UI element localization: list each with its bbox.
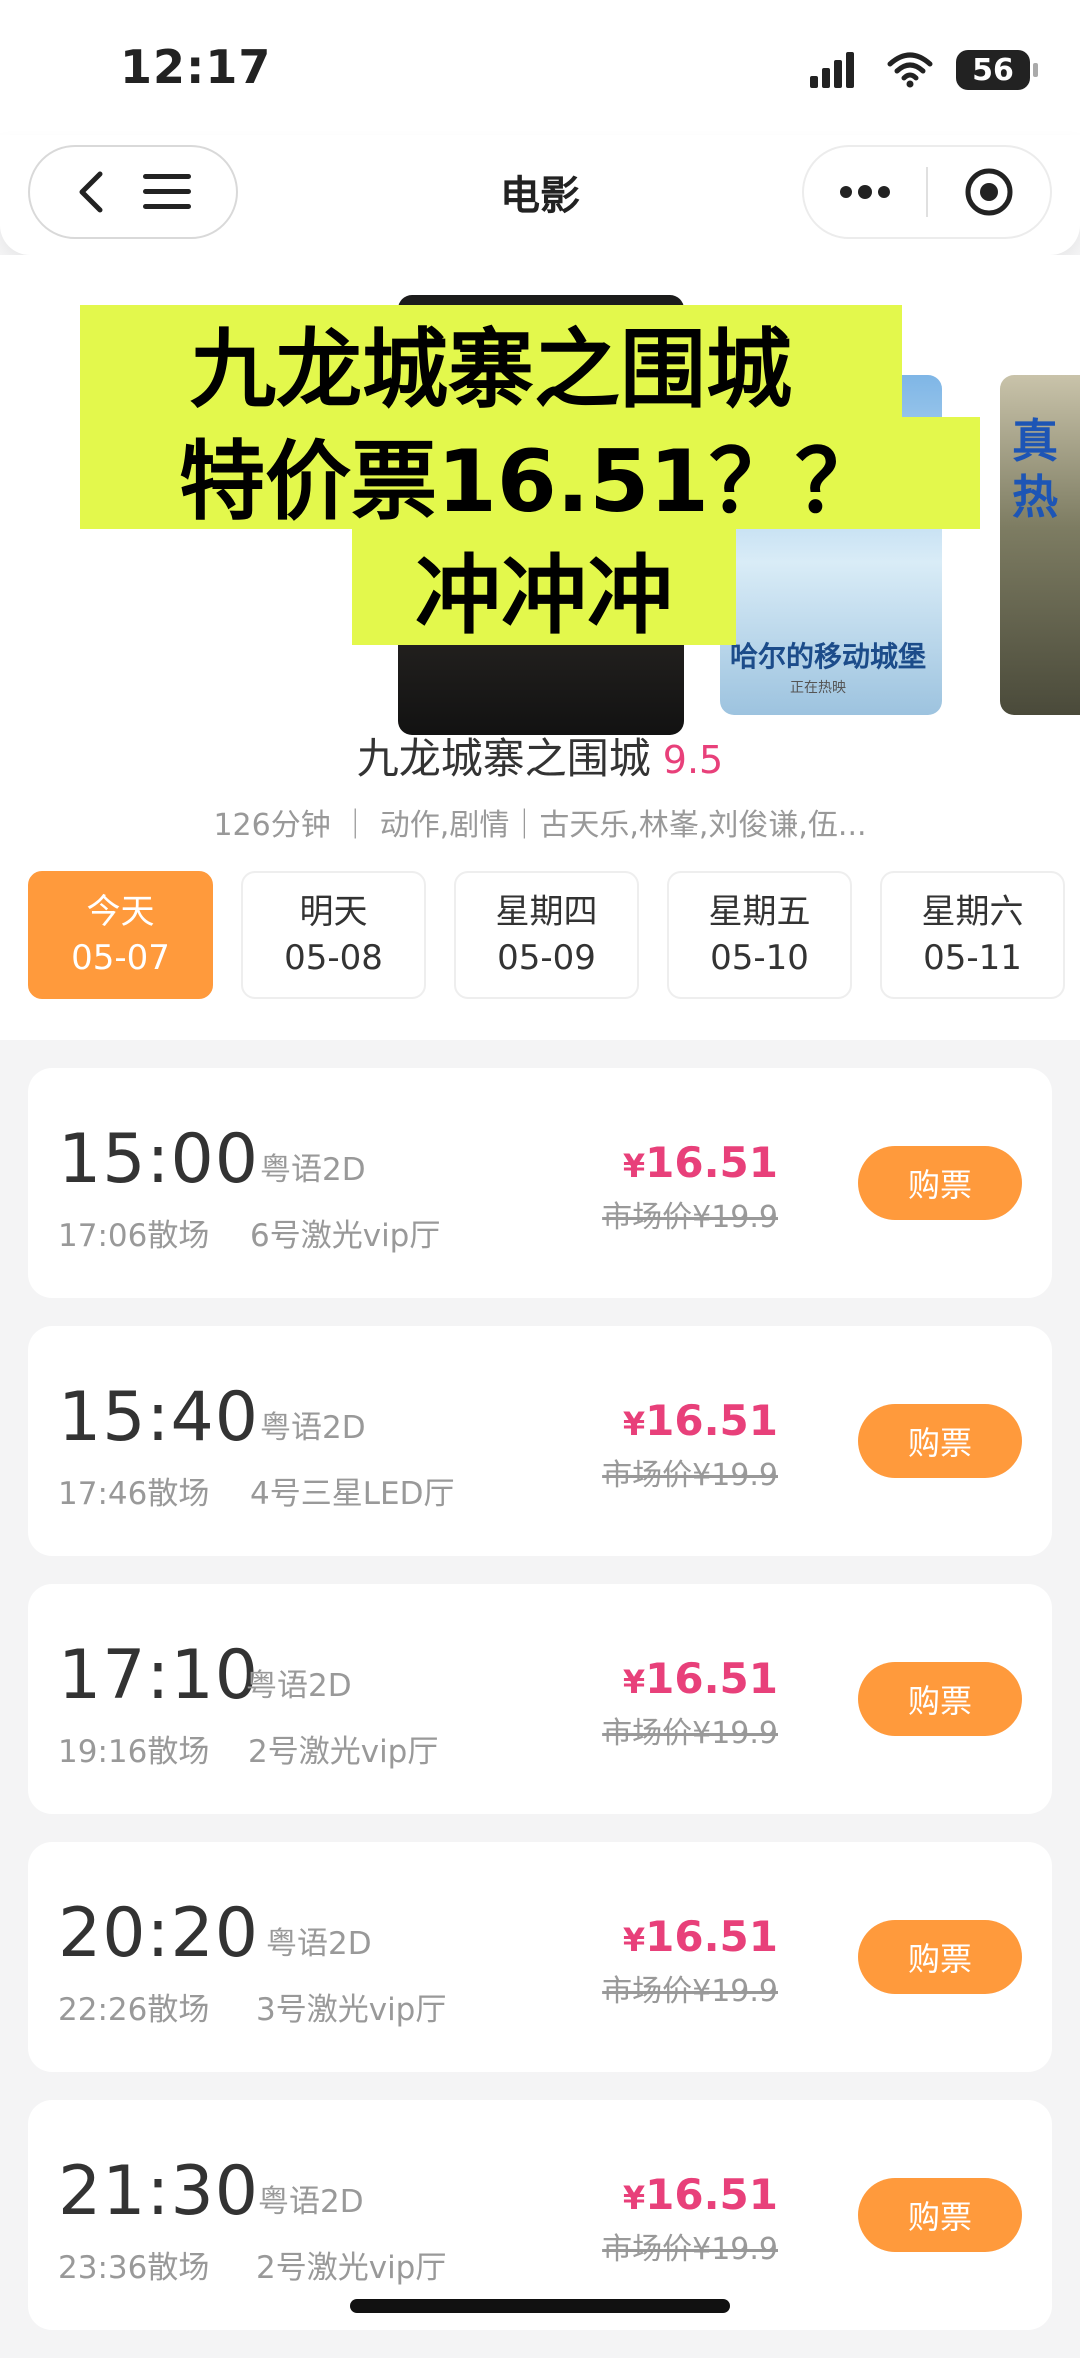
date-tab-4[interactable]: 星期六 05-11 xyxy=(880,871,1065,999)
date-tab-date: 05-09 xyxy=(497,938,596,978)
currency-symbol: ¥ xyxy=(622,1147,646,1185)
showtime-language: 粤语2D xyxy=(260,1410,366,1446)
price-value: 16.51 xyxy=(645,1396,778,1445)
showtime-card[interactable]: 15:00 粤语2D 17:06散场 6号激光vip厅 ¥16.51 市场价¥1… xyxy=(28,1068,1052,1298)
price-value: 16.51 xyxy=(645,2170,778,2219)
buy-ticket-button[interactable]: 购票 xyxy=(858,1920,1022,1994)
date-tab-date: 05-08 xyxy=(284,938,383,978)
nav-right-capsule xyxy=(802,145,1052,239)
close-button[interactable] xyxy=(928,147,1050,237)
showtime-list: 15:00 粤语2D 17:06散场 6号激光vip厅 ¥16.51 市场价¥1… xyxy=(28,1068,1052,2358)
overlay-line-2: 特价票16.51？？ xyxy=(80,417,980,532)
target-icon xyxy=(965,168,1013,216)
showtime-end: 19:16散场 xyxy=(58,1734,210,1770)
showtime-end: 22:26散场 xyxy=(58,1992,210,2028)
buy-ticket-button[interactable]: 购票 xyxy=(858,1404,1022,1478)
showtime-hall: 2号激光vip厅 xyxy=(256,2250,447,2286)
date-tab-1[interactable]: 明天 05-08 xyxy=(241,871,426,999)
battery-icon: 56 xyxy=(956,50,1038,90)
market-price: 市场价¥19.9 xyxy=(602,1974,778,2009)
date-tab-day: 星期四 xyxy=(495,892,598,932)
showtime-card[interactable]: 21:30 粤语2D 23:36散场 2号激光vip厅 ¥16.51 市场价¥1… xyxy=(28,2100,1052,2330)
currency-symbol: ¥ xyxy=(622,1405,646,1443)
more-button[interactable] xyxy=(804,147,926,237)
poster-second-sub: 正在热映 xyxy=(790,680,846,696)
showtime-price: ¥16.51 xyxy=(623,2170,778,2219)
buy-ticket-button[interactable]: 购票 xyxy=(858,1146,1022,1220)
poster-third[interactable]: 真 热 xyxy=(1000,375,1080,715)
showtime-end: 17:46散场 xyxy=(58,1476,210,1512)
overlay-line-1: 九龙城寨之围城 xyxy=(80,305,902,420)
poster-second-title: 哈尔的移动城堡 xyxy=(730,640,927,673)
buy-ticket-button[interactable]: 购票 xyxy=(858,1662,1022,1736)
wifi-icon xyxy=(887,52,933,88)
nav-bar: 电影 xyxy=(0,135,1080,255)
signal-icon xyxy=(810,52,854,88)
showtime-hall: 4号三星LED厅 xyxy=(250,1476,455,1512)
showtime-card[interactable]: 15:40 粤语2D 17:46散场 4号三星LED厅 ¥16.51 市场价¥1… xyxy=(28,1326,1052,1556)
movie-meta: 126分钟 ｜ 动作,剧情｜古天乐,林峯,刘俊谦,伍... xyxy=(213,808,867,843)
showtime-end: 23:36散场 xyxy=(58,2250,210,2286)
more-icon xyxy=(840,185,890,199)
showtime-start: 21:30 xyxy=(58,2152,259,2231)
showtime-card[interactable]: 17:10 粤语2D 19:16散场 2号激光vip厅 ¥16.51 市场价¥1… xyxy=(28,1584,1052,1814)
showtime-end: 17:06散场 xyxy=(58,1218,210,1254)
showtime-price: ¥16.51 xyxy=(623,1654,778,1703)
date-tab-date: 05-07 xyxy=(71,938,170,978)
date-tab-day: 今天 xyxy=(86,892,155,932)
showtime-language: 粤语2D xyxy=(246,1668,352,1704)
status-icons: 56 xyxy=(810,50,1038,90)
battery-level: 56 xyxy=(972,52,1014,88)
date-tabs: 今天 05-07 明天 05-08 星期四 05-09 星期五 05-10 星期… xyxy=(28,871,1065,999)
price-value: 16.51 xyxy=(645,1912,778,1961)
home-indicator[interactable] xyxy=(350,2299,730,2313)
showtime-price: ¥16.51 xyxy=(623,1912,778,1961)
showtime-start: 17:10 xyxy=(58,1636,259,1715)
date-tab-day: 星期五 xyxy=(708,892,811,932)
showtime-start: 15:00 xyxy=(58,1120,259,1199)
date-tab-date: 05-10 xyxy=(710,938,809,978)
showtime-start: 20:20 xyxy=(58,1894,259,1973)
market-price: 市场价¥19.9 xyxy=(602,1200,778,1235)
showtime-start: 15:40 xyxy=(58,1378,259,1457)
date-tab-day: 明天 xyxy=(299,892,368,932)
showtime-language: 粤语2D xyxy=(266,1926,372,1962)
status-time: 12:17 xyxy=(120,40,272,94)
showtime-price: ¥16.51 xyxy=(623,1396,778,1445)
showtime-price: ¥16.51 xyxy=(623,1138,778,1187)
currency-symbol: ¥ xyxy=(622,2179,646,2217)
movie-score: 9.5 xyxy=(662,738,724,782)
date-tab-2[interactable]: 星期四 05-09 xyxy=(454,871,639,999)
price-value: 16.51 xyxy=(645,1138,778,1187)
movie-hero: 哈尔的移动城堡 正在热映 真 热 九龙城寨之围城 特价票16.51？？ 冲冲冲 … xyxy=(0,255,1080,1040)
poster-third-title: 真 热 xyxy=(1012,414,1058,524)
showtime-card[interactable]: 20:20 粤语2D 22:26散场 3号激光vip厅 ¥16.51 市场价¥1… xyxy=(28,1842,1052,2072)
status-bar: 12:17 56 xyxy=(0,0,1080,135)
buy-ticket-button[interactable]: 购票 xyxy=(858,2178,1022,2252)
showtime-hall: 3号激光vip厅 xyxy=(256,1992,447,2028)
date-tab-0[interactable]: 今天 05-07 xyxy=(28,871,213,999)
date-tab-day: 星期六 xyxy=(921,892,1024,932)
movie-title: 九龙城寨之围城 xyxy=(356,734,651,783)
market-price: 市场价¥19.9 xyxy=(602,1458,778,1493)
currency-symbol: ¥ xyxy=(622,1921,646,1959)
market-price: 市场价¥19.9 xyxy=(602,2232,778,2267)
currency-symbol: ¥ xyxy=(622,1663,646,1701)
date-tab-3[interactable]: 星期五 05-10 xyxy=(667,871,852,999)
price-value: 16.51 xyxy=(645,1654,778,1703)
showtime-hall: 2号激光vip厅 xyxy=(248,1734,439,1770)
date-tab-date: 05-11 xyxy=(923,938,1022,978)
market-price: 市场价¥19.9 xyxy=(602,1716,778,1751)
showtime-language: 粤语2D xyxy=(260,1152,366,1188)
showtime-hall: 6号激光vip厅 xyxy=(250,1218,441,1254)
showtime-language: 粤语2D xyxy=(258,2184,364,2220)
movie-title-row: 九龙城寨之围城 9.5 xyxy=(0,725,1080,786)
overlay-line-3: 冲冲冲 xyxy=(352,529,736,646)
